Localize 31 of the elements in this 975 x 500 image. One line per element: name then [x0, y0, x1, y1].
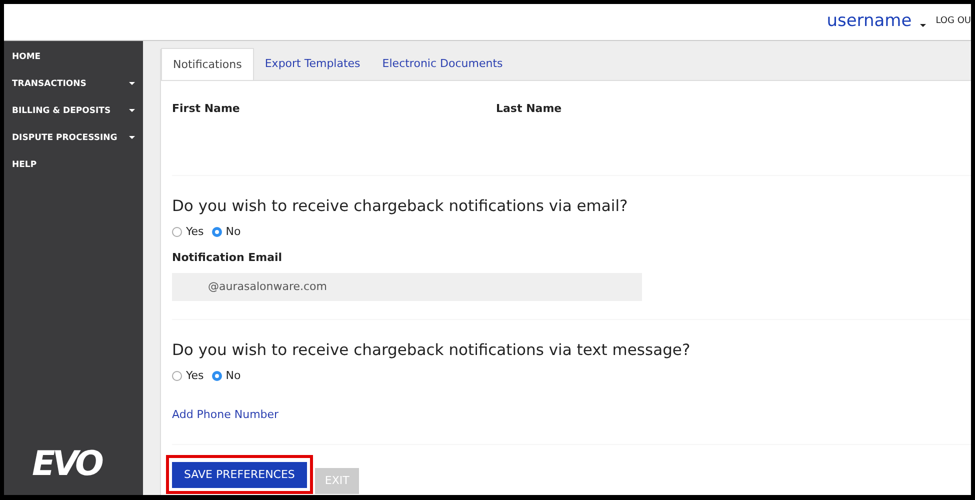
caret-icon: [129, 109, 135, 112]
sidebar-item[interactable]: DISPUTE PROCESSING: [4, 132, 143, 159]
add-phone-link[interactable]: Add Phone Number: [172, 406, 279, 423]
sidebar-item[interactable]: HOME: [4, 51, 143, 78]
option-label: Yes: [186, 224, 204, 240]
option-label: No: [226, 368, 241, 384]
field-label: Last Name: [496, 101, 563, 117]
question-text: Do you wish to receive chargeback notifications via text message?: [172, 340, 692, 361]
field-label: Notification Email: [172, 250, 284, 266]
sidebar-item[interactable]: BILLING & DEPOSITS: [4, 105, 143, 132]
caret-icon: [129, 136, 135, 139]
email-field[interactable]: @aurasalonware.com: [172, 272, 642, 301]
logo: EVO: [32, 447, 102, 481]
sidebar-item[interactable]: HELP: [4, 159, 143, 181]
caret-icon: [920, 24, 926, 26]
option-label: No: [226, 224, 241, 240]
option-label: Yes: [186, 368, 204, 384]
tab[interactable]: Notifications: [161, 48, 254, 80]
user-menu[interactable]: username: [826, 9, 926, 35]
radio-button[interactable]: [212, 227, 222, 237]
sidebar-item[interactable]: TRANSACTIONS: [4, 78, 143, 105]
radio-button[interactable]: [172, 371, 182, 382]
tab[interactable]: Electronic Documents: [371, 48, 514, 80]
tab[interactable]: Export Templates: [254, 48, 372, 80]
radio-button[interactable]: [172, 227, 182, 237]
radio-button[interactable]: [212, 371, 222, 382]
field-label: First Name: [172, 101, 241, 117]
logout-link[interactable]: LOG OU: [936, 15, 971, 29]
question-text: Do you wish to receive chargeback notifications via email?: [172, 196, 629, 216]
save-button[interactable]: SAVE PREFERENCES: [172, 462, 307, 488]
caret-icon: [129, 82, 135, 85]
